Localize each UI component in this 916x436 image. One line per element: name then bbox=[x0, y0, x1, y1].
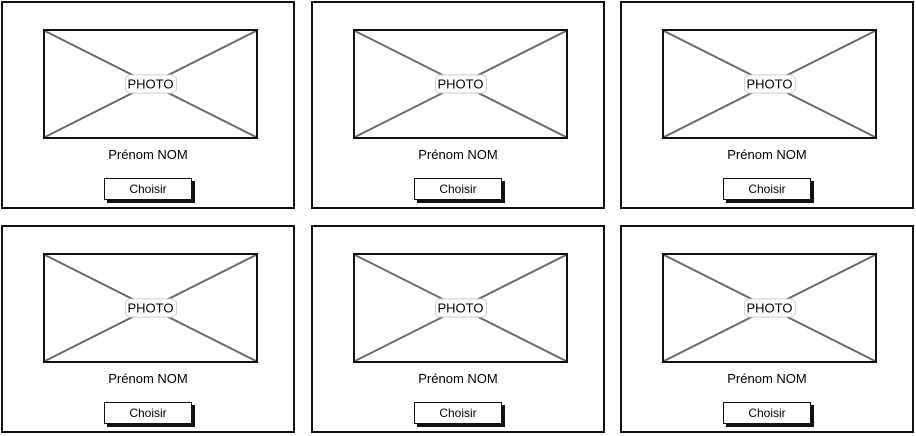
photo-label: PHOTO bbox=[434, 74, 487, 94]
choose-button[interactable]: Choisir bbox=[414, 178, 502, 200]
person-name: Prénom NOM bbox=[418, 147, 498, 162]
person-name: Prénom NOM bbox=[108, 371, 188, 386]
profile-card: PHOTO Prénom NOM Choisir bbox=[311, 225, 605, 433]
choose-button[interactable]: Choisir bbox=[104, 178, 192, 200]
photo-label: PHOTO bbox=[743, 298, 796, 318]
choose-button[interactable]: Choisir bbox=[104, 402, 192, 424]
person-name: Prénom NOM bbox=[727, 371, 807, 386]
choose-button[interactable]: Choisir bbox=[723, 178, 811, 200]
photo-placeholder: PHOTO bbox=[662, 29, 877, 139]
photo-placeholder: PHOTO bbox=[353, 253, 568, 363]
photo-label: PHOTO bbox=[434, 298, 487, 318]
person-name: Prénom NOM bbox=[727, 147, 807, 162]
profile-card: PHOTO Prénom NOM Choisir bbox=[1, 1, 295, 209]
photo-placeholder: PHOTO bbox=[43, 253, 258, 363]
profile-card: PHOTO Prénom NOM Choisir bbox=[1, 225, 295, 433]
profile-card: PHOTO Prénom NOM Choisir bbox=[620, 1, 914, 209]
choose-button[interactable]: Choisir bbox=[723, 402, 811, 424]
photo-label: PHOTO bbox=[124, 74, 177, 94]
profile-card: PHOTO Prénom NOM Choisir bbox=[620, 225, 914, 433]
choose-button[interactable]: Choisir bbox=[414, 402, 502, 424]
photo-placeholder: PHOTO bbox=[353, 29, 568, 139]
profile-card: PHOTO Prénom NOM Choisir bbox=[311, 1, 605, 209]
photo-placeholder: PHOTO bbox=[662, 253, 877, 363]
profile-card-grid: PHOTO Prénom NOM Choisir PHOTO Prénom NO… bbox=[0, 0, 916, 436]
person-name: Prénom NOM bbox=[418, 371, 498, 386]
photo-placeholder: PHOTO bbox=[43, 29, 258, 139]
photo-label: PHOTO bbox=[124, 298, 177, 318]
photo-label: PHOTO bbox=[743, 74, 796, 94]
person-name: Prénom NOM bbox=[108, 147, 188, 162]
